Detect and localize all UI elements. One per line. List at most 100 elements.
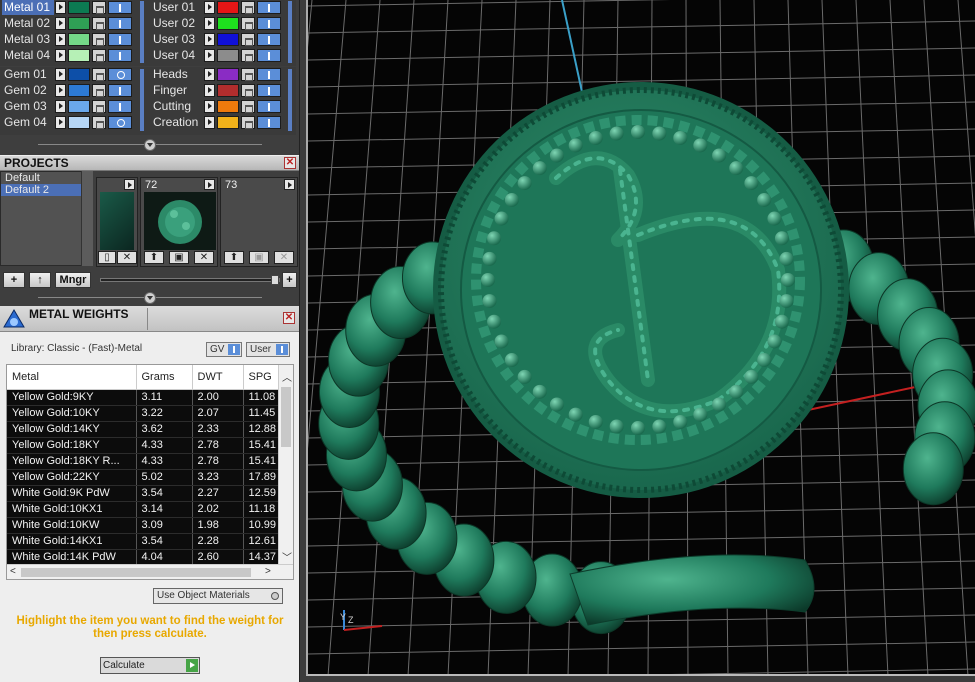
- thumb-size-slider[interactable]: [100, 275, 280, 285]
- expand-icon[interactable]: [55, 68, 66, 81]
- 3d-viewport[interactable]: Y Z: [306, 0, 975, 676]
- material-name[interactable]: Cutting: [151, 99, 203, 114]
- color-swatch[interactable]: [68, 17, 90, 30]
- collapse-projects-icon[interactable]: [144, 292, 156, 304]
- gv-toggle[interactable]: GV: [206, 342, 242, 357]
- scroll-left-icon[interactable]: <: [10, 566, 16, 577]
- visibility-toggle[interactable]: [108, 100, 132, 113]
- thumb-up-icon[interactable]: ⬆: [144, 251, 164, 264]
- zoom-plus-button[interactable]: +: [282, 272, 297, 288]
- visibility-toggle[interactable]: [108, 17, 132, 30]
- project-item-default[interactable]: Default: [1, 172, 92, 184]
- table-row[interactable]: White Gold:10KW 3.09 1.98 10.99: [7, 517, 280, 534]
- material-name[interactable]: Gem 03: [2, 99, 54, 114]
- lock-icon[interactable]: [241, 33, 255, 46]
- table-row[interactable]: White Gold:10KX1 3.14 2.02 11.18: [7, 501, 280, 518]
- material-name[interactable]: Metal 01: [2, 0, 54, 15]
- visibility-toggle[interactable]: [108, 1, 132, 14]
- scroll-down-icon[interactable]: ﹀: [282, 549, 292, 564]
- table-row[interactable]: White Gold:14K PdW 4.04 2.60 14.37: [7, 549, 280, 566]
- color-swatch[interactable]: [68, 68, 90, 81]
- material-name[interactable]: Gem 04: [2, 115, 54, 130]
- manager-button[interactable]: Mngr: [55, 272, 91, 288]
- column-header-dwt[interactable]: DWT: [192, 365, 244, 390]
- lock-icon[interactable]: [241, 49, 255, 62]
- lock-icon[interactable]: [92, 116, 106, 129]
- move-up-button[interactable]: ↑: [29, 272, 51, 288]
- use-object-materials-radio[interactable]: [271, 592, 279, 600]
- material-name[interactable]: Metal 02: [2, 16, 54, 31]
- lock-icon[interactable]: [92, 84, 106, 97]
- expand-icon[interactable]: [204, 49, 215, 62]
- material-name[interactable]: Metal 03: [2, 32, 54, 47]
- visibility-toggle[interactable]: [257, 84, 281, 97]
- table-row[interactable]: Yellow Gold:9KY 3.11 2.00 11.08: [7, 389, 280, 406]
- lock-icon[interactable]: [241, 68, 255, 81]
- table-row[interactable]: Yellow Gold:10KY 3.22 2.07 11.45: [7, 405, 280, 422]
- lock-icon[interactable]: [92, 100, 106, 113]
- table-row[interactable]: White Gold:14KX1 3.54 2.28 12.61: [7, 533, 280, 550]
- color-swatch[interactable]: [68, 116, 90, 129]
- lock-icon[interactable]: [92, 33, 106, 46]
- lock-icon[interactable]: [241, 84, 255, 97]
- color-swatch[interactable]: [68, 84, 90, 97]
- slider-handle[interactable]: [271, 275, 279, 285]
- material-name[interactable]: Creation: [151, 115, 203, 130]
- visibility-toggle[interactable]: [257, 100, 281, 113]
- column-header-grams[interactable]: Grams: [136, 365, 193, 390]
- color-swatch[interactable]: [68, 1, 90, 14]
- table-row[interactable]: Yellow Gold:22KY 5.02 3.23 17.89: [7, 469, 280, 486]
- scroll-up-icon[interactable]: ︿: [282, 369, 292, 384]
- project-list[interactable]: Default Default 2: [0, 171, 93, 266]
- expand-icon[interactable]: [204, 116, 215, 129]
- table-row[interactable]: White Gold:9K PdW 3.54 2.27 12.59: [7, 485, 280, 502]
- gv-toggle-icon[interactable]: [228, 344, 240, 355]
- material-name[interactable]: User 04: [151, 48, 203, 63]
- table-vertical-scrollbar[interactable]: ︿ ﹀: [278, 365, 293, 565]
- thumb-play-icon[interactable]: [204, 179, 215, 190]
- material-name[interactable]: Finger: [151, 83, 203, 98]
- visibility-toggle[interactable]: [257, 116, 281, 129]
- thumb-save-icon[interactable]: ▣: [249, 251, 269, 264]
- visibility-toggle[interactable]: [108, 84, 132, 97]
- visibility-toggle[interactable]: [257, 33, 281, 46]
- expand-icon[interactable]: [204, 17, 215, 30]
- color-swatch[interactable]: [68, 33, 90, 46]
- thumb-delete-icon[interactable]: ✕: [194, 251, 214, 264]
- column-header-spg[interactable]: SPG: [243, 365, 280, 390]
- metal-weights-table[interactable]: Metal Grams DWT SPG Yellow Gold:9KY 3.11 2…: [6, 364, 294, 580]
- thumb-delete-icon[interactable]: ✕: [274, 251, 294, 264]
- color-swatch[interactable]: [217, 33, 239, 46]
- color-swatch[interactable]: [217, 84, 239, 97]
- expand-icon[interactable]: [204, 33, 215, 46]
- scroll-thumb[interactable]: [281, 387, 291, 447]
- material-name[interactable]: Gem 02: [2, 83, 54, 98]
- visibility-toggle[interactable]: [108, 33, 132, 46]
- project-item-default-2[interactable]: Default 2: [1, 184, 92, 196]
- visibility-toggle[interactable]: [257, 49, 281, 62]
- table-row[interactable]: Yellow Gold:14KY 3.62 2.33 12.88: [7, 421, 280, 438]
- user-toggle[interactable]: User: [246, 342, 290, 357]
- color-swatch[interactable]: [217, 49, 239, 62]
- visibility-toggle[interactable]: [257, 17, 281, 30]
- lock-icon[interactable]: [241, 100, 255, 113]
- expand-icon[interactable]: [55, 33, 66, 46]
- thumb-up-icon[interactable]: ⬆: [224, 251, 244, 264]
- thumb-save-icon[interactable]: ▯: [98, 251, 116, 264]
- calculate-go-icon[interactable]: [186, 659, 198, 672]
- table-horizontal-scrollbar[interactable]: < >: [7, 564, 293, 579]
- lock-icon[interactable]: [241, 116, 255, 129]
- lock-icon[interactable]: [92, 68, 106, 81]
- expand-icon[interactable]: [55, 100, 66, 113]
- metal-weights-close-icon[interactable]: ✕: [283, 312, 295, 324]
- lock-icon[interactable]: [241, 17, 255, 30]
- visibility-toggle[interactable]: [108, 116, 132, 129]
- project-thumb-1[interactable]: ▯ ✕: [96, 177, 138, 267]
- expand-icon[interactable]: [55, 116, 66, 129]
- lock-icon[interactable]: [92, 49, 106, 62]
- color-swatch[interactable]: [217, 17, 239, 30]
- material-name[interactable]: User 02: [151, 16, 203, 31]
- visibility-toggle[interactable]: [108, 49, 132, 62]
- visibility-toggle[interactable]: [257, 68, 281, 81]
- collapse-materials-icon[interactable]: [144, 139, 156, 151]
